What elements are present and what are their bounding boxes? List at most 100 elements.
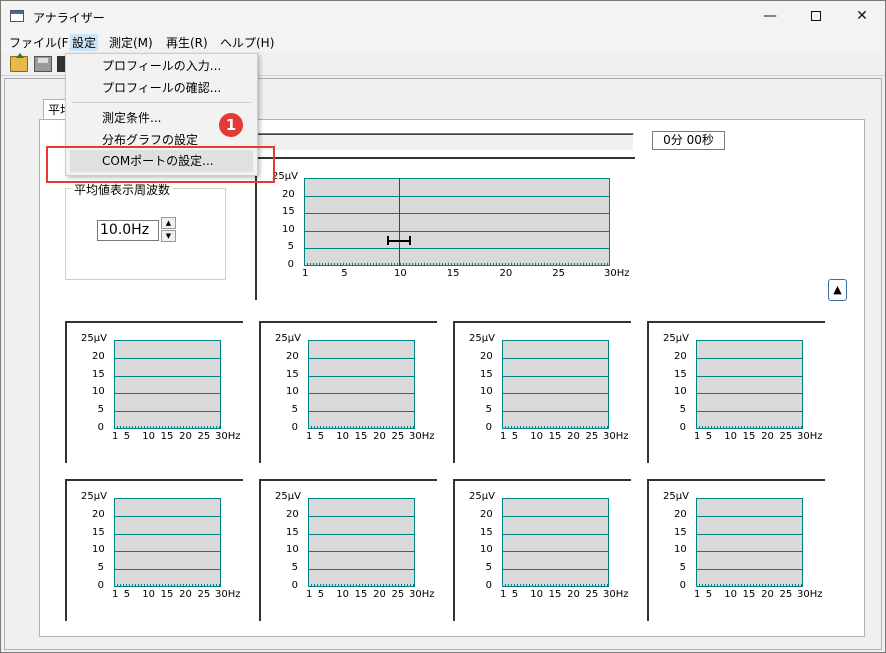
y-tick-label: 20: [480, 508, 493, 520]
grid-line: [309, 411, 414, 413]
plot-area: [114, 498, 221, 587]
x-tick-label: 30Hz: [603, 589, 629, 600]
y-tick-label: 10: [480, 544, 493, 556]
plot-area: [696, 340, 803, 429]
x-tick-marks: [114, 584, 221, 587]
x-tick-label: 10: [142, 431, 155, 442]
x-tick-label: 10: [336, 431, 349, 442]
y-tick-label: 20: [286, 350, 299, 362]
y-tick-label: 0: [679, 580, 686, 591]
x-tick-marks: [696, 584, 803, 587]
y-tick-label: 20: [92, 508, 105, 520]
menu-item-profile-check[interactable]: プロフィールの確認...: [66, 77, 257, 99]
freq-group-title: 平均値表示周波数: [71, 181, 174, 198]
menu-item-profile-input[interactable]: プロフィールの入力...: [66, 55, 257, 77]
freq-input[interactable]: 10.0Hz: [97, 220, 159, 241]
y-tick-label: 5: [291, 404, 298, 416]
save-icon[interactable]: [34, 56, 52, 72]
menu-file[interactable]: ファイル(F): [7, 34, 75, 51]
x-tick-label: 25: [585, 589, 599, 600]
grid-line: [309, 551, 414, 553]
range-indicator-bar: [388, 240, 410, 243]
y-tick-label: 15: [480, 526, 493, 538]
maximize-button[interactable]: [793, 1, 839, 32]
y-tick-label: 25μV: [275, 491, 301, 502]
y-tick-label: 15: [674, 368, 687, 380]
x-tick-marks: [502, 426, 609, 429]
x-tick-label: 20: [761, 589, 774, 600]
x-tick-label: 5: [123, 589, 131, 600]
y-tick-label: 25μV: [469, 491, 495, 502]
plot-area: [308, 498, 415, 587]
y-tick-label: 20: [92, 350, 105, 362]
menu-playback[interactable]: 再生(R): [164, 34, 210, 51]
open-folder-icon[interactable]: [10, 53, 28, 72]
y-tick-label: 15: [286, 526, 299, 538]
y-tick-label: 25μV: [81, 333, 107, 344]
grid-line: [503, 375, 608, 377]
y-tick-label: 20: [674, 508, 687, 520]
y-tick-label: 0: [97, 422, 104, 433]
spin-down-button[interactable]: ▼: [161, 230, 176, 242]
print-icon[interactable]: [57, 56, 65, 72]
y-tick-label: 0: [287, 259, 294, 270]
x-tick-label: 1: [500, 431, 507, 442]
grid-line: [503, 533, 608, 535]
y-tick-label: 5: [679, 562, 686, 574]
grid-line: [115, 515, 220, 517]
y-tick-label: 20: [282, 188, 295, 200]
y-tick-label: 10: [674, 386, 687, 398]
grid-line: [503, 551, 608, 553]
y-tick-label: 0: [485, 580, 492, 591]
x-tick-label: 25: [197, 589, 211, 600]
grid-line: [697, 515, 802, 517]
grid-line: [503, 393, 608, 395]
x-tick-label: 5: [511, 431, 519, 442]
x-tick-label: 25: [552, 268, 565, 279]
y-tick-label: 0: [291, 580, 298, 591]
x-tick-label: 5: [511, 589, 519, 600]
menu-bar: ファイル(F) 設定 測定(M) 再生(R) ヘルプ(H): [1, 32, 885, 52]
grid-line: [115, 357, 220, 359]
close-button[interactable]: ✕: [839, 1, 885, 32]
x-tick-label: 10: [724, 589, 737, 600]
minimize-button[interactable]: —: [747, 1, 793, 32]
scroll-up-button[interactable]: ▲: [828, 279, 847, 301]
grid-line: [697, 569, 802, 571]
grid-line: [503, 411, 608, 413]
y-tick-label: 0: [485, 422, 492, 433]
x-tick-label: 1: [306, 431, 313, 442]
y-tick-label: 10: [92, 544, 105, 556]
x-tick-label: 15: [160, 431, 174, 442]
grid-line: [115, 411, 220, 413]
range-indicator-cap: [387, 236, 390, 246]
title-bar[interactable]: アナライザー — ✕: [1, 1, 885, 32]
y-tick-label: 5: [291, 562, 298, 574]
x-tick-label: 5: [317, 431, 325, 442]
x-tick-label: 15: [354, 589, 368, 600]
x-tick-label: 15: [548, 431, 562, 442]
grid-line: [697, 551, 802, 553]
menu-settings[interactable]: 設定: [70, 34, 99, 51]
plot-area: [696, 498, 803, 587]
grid-line: [697, 393, 802, 395]
x-tick-label: 15: [446, 268, 460, 279]
x-tick-label: 10: [724, 431, 737, 442]
y-tick-label: 10: [480, 386, 493, 398]
spin-up-button[interactable]: ▲: [161, 217, 176, 229]
menu-measure[interactable]: 測定(M): [107, 34, 155, 51]
grid-line: [503, 357, 608, 359]
x-tick-label: 30Hz: [215, 589, 241, 600]
y-tick-label: 10: [286, 386, 299, 398]
grid-line: [503, 515, 608, 517]
grid-line: [115, 375, 220, 377]
x-tick-label: 15: [548, 589, 562, 600]
x-tick-label: 20: [567, 589, 580, 600]
x-tick-label: 10: [336, 589, 349, 600]
x-tick-label: 20: [567, 431, 580, 442]
menu-help[interactable]: ヘルプ(H): [218, 34, 276, 51]
y-tick-label: 10: [674, 544, 687, 556]
x-tick-label: 20: [761, 431, 774, 442]
annotation-highlight: [46, 146, 275, 183]
x-tick-label: 1: [306, 589, 313, 600]
